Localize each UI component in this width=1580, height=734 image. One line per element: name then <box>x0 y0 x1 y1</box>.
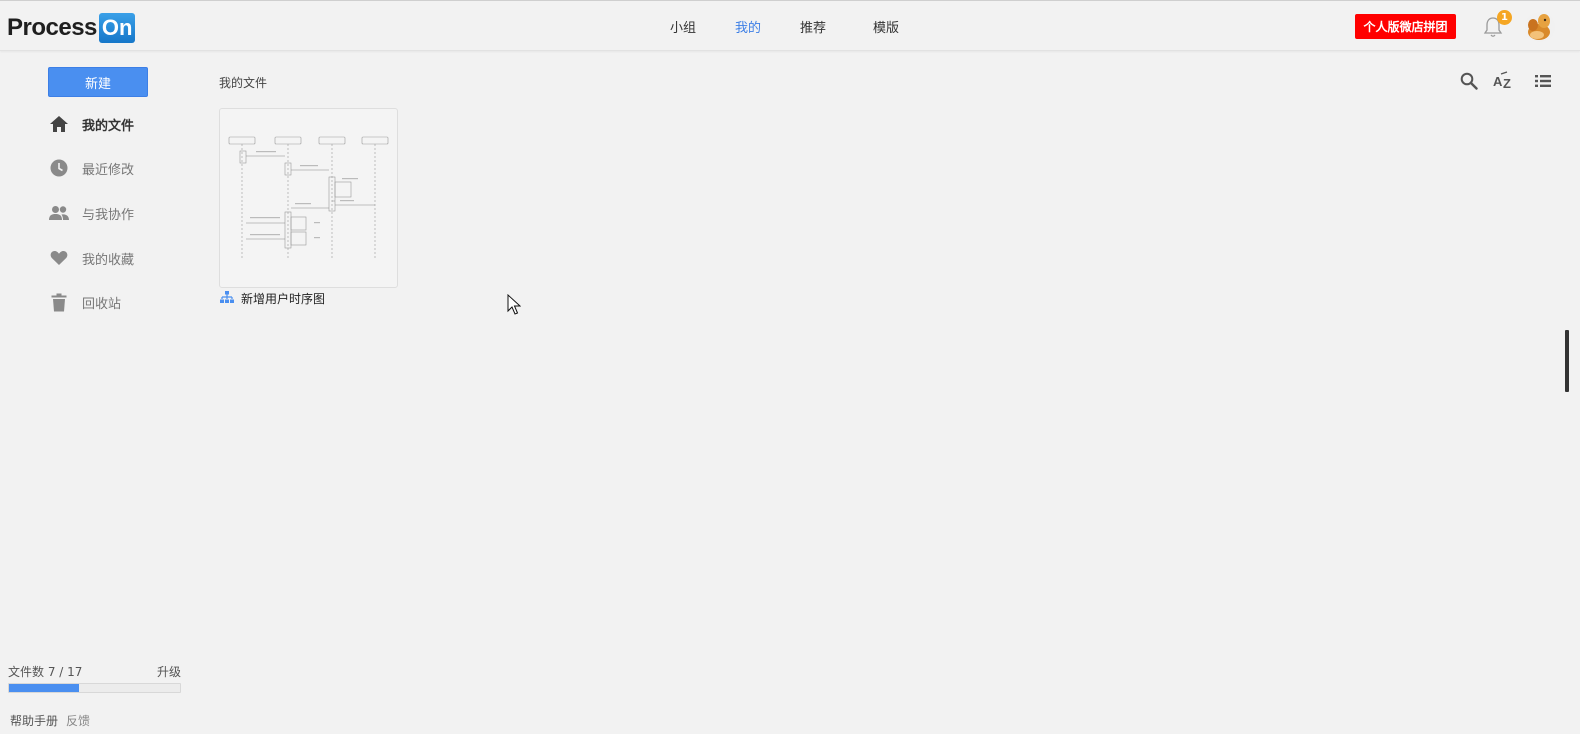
sidebar-item-recent[interactable]: 最近修改 <box>48 156 188 180</box>
sidebar-item-trash[interactable]: 回收站 <box>48 290 188 314</box>
home-icon <box>48 113 70 135</box>
sort-az-icon[interactable]: AZ <box>1492 70 1514 92</box>
sidebar-item-my-files[interactable]: 我的文件 <box>48 112 188 136</box>
heart-icon <box>48 247 70 269</box>
sidebar-item-label: 我的收藏 <box>82 252 135 268</box>
promo-button[interactable]: 个人版微店拼团 <box>1355 14 1456 39</box>
logo-on-text: On <box>98 12 136 43</box>
list-view-icon[interactable] <box>1532 70 1554 92</box>
file-name-row[interactable]: 新增用户时序图 <box>220 289 325 307</box>
clock-icon <box>48 157 70 179</box>
svg-text:Z: Z <box>1503 76 1511 91</box>
file-thumbnail <box>228 136 389 259</box>
sidebar-item-label: 最近修改 <box>82 162 135 178</box>
avatar[interactable] <box>1524 11 1556 43</box>
svg-text:A: A <box>1493 74 1503 89</box>
org-chart-icon <box>220 289 234 308</box>
nav-templates[interactable]: 模版 <box>873 17 899 36</box>
sidebar-item-favorites[interactable]: 我的收藏 <box>48 246 188 270</box>
file-name: 新增用户时序图 <box>241 291 326 306</box>
top-header: Process On 小组 我的 推荐 模版 个人版微店拼团 1 <box>0 0 1580 51</box>
sidebar-item-collaboration[interactable]: 与我协作 <box>48 201 188 225</box>
file-card[interactable] <box>219 108 398 288</box>
nav-recommended[interactable]: 推荐 <box>800 17 826 36</box>
sidebar-item-label: 与我协作 <box>82 207 135 223</box>
search-icon[interactable] <box>1458 70 1480 92</box>
file-quota-fill <box>9 684 80 692</box>
notification-badge: 1 <box>1497 10 1512 25</box>
file-quota-bar <box>8 683 181 693</box>
sidebar-item-label: 我的文件 <box>82 118 135 134</box>
trash-icon <box>48 291 70 313</box>
mouse-cursor-icon <box>507 293 522 316</box>
feedback-link[interactable]: 反馈 <box>66 712 90 729</box>
sidebar-item-label: 回收站 <box>82 296 122 312</box>
people-icon <box>48 202 70 224</box>
processon-logo[interactable]: Process On <box>7 12 136 43</box>
breadcrumb: 我的文件 <box>219 76 268 90</box>
nav-groups[interactable]: 小组 <box>670 17 696 36</box>
upgrade-link[interactable]: 升级 <box>157 663 181 680</box>
file-count-label: 文件数 7 / 17 <box>8 665 83 679</box>
scrollbar-handle[interactable] <box>1565 330 1569 392</box>
nav-mine[interactable]: 我的 <box>735 17 761 36</box>
help-manual-link[interactable]: 帮助手册 <box>10 712 58 729</box>
new-button[interactable]: 新建 <box>48 67 148 97</box>
logo-process-text: Process <box>7 13 97 41</box>
